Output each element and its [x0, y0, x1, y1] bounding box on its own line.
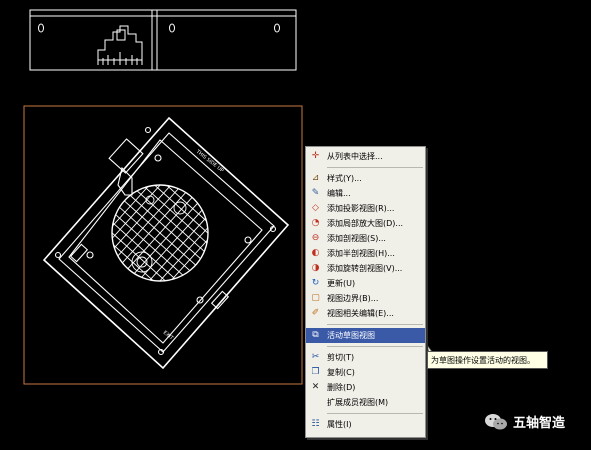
menu-item-label: 从列表中选择... [327, 152, 383, 161]
grid-line [149, 214, 208, 281]
watermark: 五轴智造 [484, 412, 565, 431]
menu-item-copy[interactable]: ❐ 复制(C) [306, 365, 425, 380]
edit-icon: ✎ [311, 188, 320, 198]
grid-line [112, 222, 179, 281]
grid-pattern [111, 184, 209, 282]
plate-label: THIS SIDE UP [194, 148, 224, 174]
drawing-canvas[interactable]: THIS SIDE UP EXIT [0, 0, 591, 450]
menu-item-label: 添加剖视图(S)... [327, 234, 386, 243]
wechat-logo-icon [485, 413, 507, 429]
menu-item-properties[interactable]: ☷ 属性(I) [306, 417, 425, 432]
menu-item-label: 样式(Y)... [327, 174, 362, 183]
tooltip: 为草图操作设置活动的视图。 [427, 351, 548, 369]
properties-icon: ☷ [311, 419, 320, 429]
menu-item-add-half-section-view[interactable]: ◐ 添加半剖视图(H)... [306, 246, 425, 261]
grid-line [112, 216, 184, 281]
menu-item-edit[interactable]: ✎ 编辑... [306, 186, 425, 201]
menu-item-label: 复制(C) [327, 368, 355, 377]
view-boundary-icon: ▢ [311, 293, 320, 303]
projection-view-icon: ◇ [312, 203, 319, 213]
menu-item-add-detail-view[interactable]: ◔ 添加局部放大图(D)... [306, 216, 425, 231]
menu-item-label: 剪切(T) [327, 353, 355, 362]
menu-item-view-boundary[interactable]: ▢ 视图边界(B)... [306, 291, 425, 306]
tooltip-text: 为草图操作设置活动的视图。 [431, 356, 535, 365]
sketch-view-icon: ⧉ [312, 330, 319, 340]
crosshair-icon: ✛ [311, 151, 320, 161]
menu-item-delete[interactable]: ✕ 删除(D) [306, 380, 425, 395]
menu-item-label: 更新(U) [327, 279, 356, 288]
menu-separator [327, 324, 423, 325]
menu-item-label: 扩展成员视图(M) [327, 398, 389, 407]
menu-item-label: 添加局部放大图(D)... [327, 219, 404, 228]
menu-item-label: 添加旋转剖视图(V)... [327, 264, 403, 273]
menu-separator [327, 346, 423, 347]
menu-item-label: 活动草图视图 [327, 331, 375, 340]
grid-line [112, 204, 195, 281]
menu-item-select-from-list[interactable]: ✛ 从列表中选择... [306, 149, 425, 164]
menu-item-active-sketch-view[interactable]: ⧉ 活动草图视图 [306, 328, 425, 343]
expand-member-icon [310, 397, 321, 408]
menu-item-label: 编辑... [327, 189, 351, 198]
menu-item-label: 添加投影视图(R)... [327, 204, 395, 213]
update-icon: ↻ [311, 278, 320, 288]
cut-icon: ✂ [311, 352, 320, 362]
menu-item-cut[interactable]: ✂ 剪切(T) [306, 350, 425, 365]
menu-item-add-projection-view[interactable]: ◇ 添加投影视图(R)... [306, 201, 425, 216]
detail-view-icon: ◔ [311, 218, 320, 228]
watermark-text: 五轴智造 [513, 416, 566, 431]
context-menu[interactable]: ✛ 从列表中选择... ⊿ 样式(Y)... ✎ 编辑... ◇ 添加投影视图(… [305, 146, 426, 438]
menu-item-add-section-view[interactable]: ⊖ 添加剖视图(S)... [306, 231, 425, 246]
delete-icon: ✕ [311, 382, 320, 392]
menu-separator [327, 167, 423, 168]
menu-item-label: 属性(I) [327, 420, 352, 429]
top-view[interactable] [29, 9, 297, 71]
menu-item-style[interactable]: ⊿ 样式(Y)... [306, 171, 425, 186]
menu-item-label: 视图边界(B)... [327, 294, 379, 303]
view-dependent-edit-icon: ✐ [311, 308, 320, 318]
menu-item-label: 添加半剖视图(H)... [327, 249, 395, 258]
menu-item-update[interactable]: ↻ 更新(U) [306, 276, 425, 291]
menu-separator [327, 413, 423, 414]
style-icon: ⊿ [311, 173, 320, 183]
section-view-icon: ⊖ [311, 233, 320, 243]
menu-item-expand-member-view[interactable]: 扩展成员视图(M) [306, 395, 425, 410]
grid-line [125, 193, 207, 281]
menu-item-add-revolved-section-view[interactable]: ◑ 添加旋转剖视图(V)... [306, 261, 425, 276]
menu-item-label: 视图相关编辑(E)... [327, 309, 394, 318]
grid-line [143, 209, 208, 281]
revolved-section-icon: ◑ [311, 263, 320, 273]
copy-icon: ❐ [311, 367, 320, 377]
grid-line [131, 198, 208, 281]
grid-line [112, 198, 200, 280]
menu-item-label: 删除(D) [327, 383, 356, 392]
half-section-icon: ◐ [311, 248, 320, 258]
menu-item-view-dependent-edit[interactable]: ✐ 视图相关编辑(E)... [306, 306, 425, 321]
